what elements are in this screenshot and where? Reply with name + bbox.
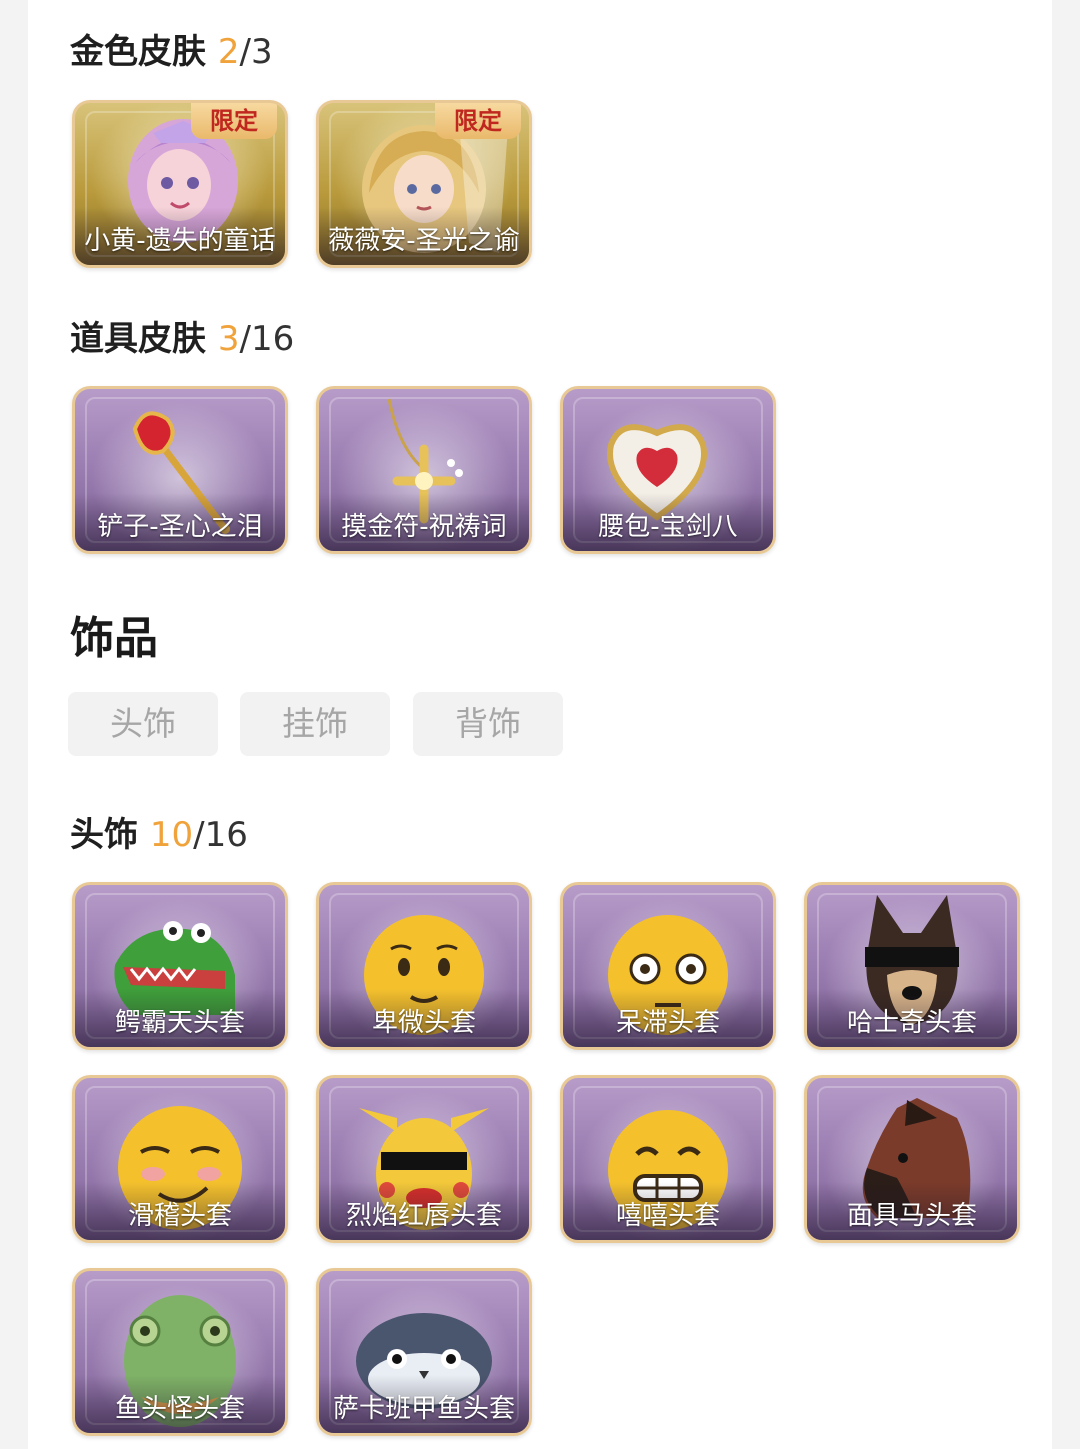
collection-page: 金色皮肤 2/3 限定 小黄-遗失的童话 限定 薇薇安-圣光之谕 道具皮肤 3/… bbox=[28, 0, 1052, 1449]
headwear-count: 10/16 bbox=[150, 815, 248, 855]
headwear-card[interactable]: 鱼头怪头套 bbox=[72, 1268, 288, 1436]
headwear-card[interactable]: 烈焰红唇头套 bbox=[316, 1075, 532, 1243]
limited-badge: 限定 bbox=[435, 103, 521, 139]
limited-badge: 限定 bbox=[191, 103, 277, 139]
gold-skins-total: /3 bbox=[239, 32, 273, 72]
prop-card[interactable]: 铲子-圣心之泪 bbox=[72, 386, 288, 554]
gold-skins-owned: 2 bbox=[217, 32, 240, 72]
headwear-card[interactable]: 嘻嘻头套 bbox=[560, 1075, 776, 1243]
prop-skins-owned: 3 bbox=[217, 319, 240, 359]
headwear-card-label: 鱼头怪头套 bbox=[114, 1394, 245, 1424]
headwear-card[interactable]: 卑微头套 bbox=[316, 882, 532, 1050]
prop-skins-total: /16 bbox=[239, 319, 295, 359]
headwear-card-label: 面具马头套 bbox=[846, 1201, 977, 1231]
prop-card[interactable]: 摸金符-祝祷词 bbox=[316, 386, 532, 554]
gold-skins-count: 2/3 bbox=[218, 32, 273, 72]
headwear-card-label: 鳄霸天头套 bbox=[114, 1008, 245, 1038]
tab-headwear[interactable]: 头饰 bbox=[68, 692, 218, 756]
headwear-card-label: 卑微头套 bbox=[371, 1008, 476, 1038]
headwear-card-label: 嘻嘻头套 bbox=[615, 1201, 720, 1231]
prop-card-label: 铲子-圣心之泪 bbox=[97, 512, 263, 542]
headwear-card-label: 烈焰红唇头套 bbox=[345, 1201, 502, 1231]
headwear-card[interactable]: 萨卡班甲鱼头套 bbox=[316, 1268, 532, 1436]
headwear-total: /16 bbox=[193, 815, 248, 855]
headwear-card-label: 萨卡班甲鱼头套 bbox=[332, 1394, 515, 1424]
skin-card-label: 小黄-遗失的童话 bbox=[84, 226, 276, 256]
headwear-card[interactable]: 哈士奇头套 bbox=[804, 882, 1020, 1050]
headwear-card[interactable]: 呆滞头套 bbox=[560, 882, 776, 1050]
headwear-card[interactable]: 滑稽头套 bbox=[72, 1075, 288, 1243]
prop-skins-count: 3/16 bbox=[218, 319, 294, 359]
prop-skins-title-text: 道具皮肤 bbox=[70, 319, 206, 359]
accessories-title: 饰品 bbox=[70, 613, 158, 664]
gold-skins-title: 金色皮肤 2/3 bbox=[70, 32, 273, 72]
headwear-title: 头饰 10/16 bbox=[70, 815, 248, 855]
headwear-owned: 10 bbox=[149, 815, 194, 855]
prop-card-label: 腰包-宝剑八 bbox=[598, 512, 738, 542]
headwear-card-label: 呆滞头套 bbox=[615, 1008, 720, 1038]
prop-skins-title: 道具皮肤 3/16 bbox=[70, 319, 294, 359]
headwear-card[interactable]: 面具马头套 bbox=[804, 1075, 1020, 1243]
headwear-card-label: 滑稽头套 bbox=[127, 1201, 232, 1231]
headwear-card[interactable]: 鳄霸天头套 bbox=[72, 882, 288, 1050]
skin-card[interactable]: 限定 小黄-遗失的童话 bbox=[72, 100, 288, 268]
gold-skins-title-text: 金色皮肤 bbox=[70, 32, 206, 72]
tab-backwear[interactable]: 背饰 bbox=[413, 692, 563, 756]
headwear-card-label: 哈士奇头套 bbox=[846, 1008, 977, 1038]
tab-hanging[interactable]: 挂饰 bbox=[240, 692, 390, 756]
skin-card[interactable]: 限定 薇薇安-圣光之谕 bbox=[316, 100, 532, 268]
skin-card-label: 薇薇安-圣光之谕 bbox=[328, 226, 520, 256]
prop-card[interactable]: 腰包-宝剑八 bbox=[560, 386, 776, 554]
headwear-title-text: 头饰 bbox=[70, 815, 138, 855]
prop-card-label: 摸金符-祝祷词 bbox=[341, 512, 507, 542]
